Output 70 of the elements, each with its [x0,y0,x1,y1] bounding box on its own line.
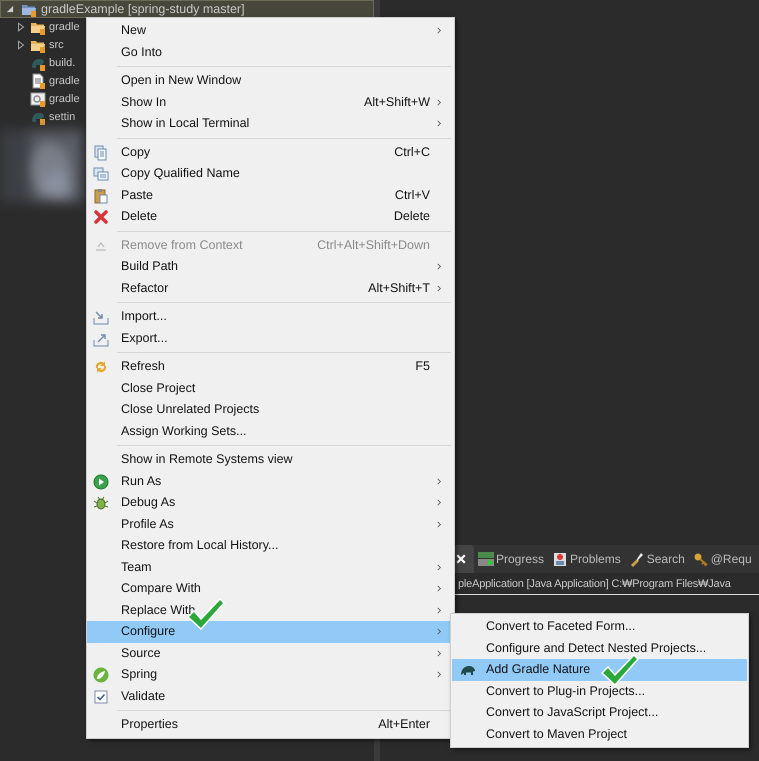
panel-tab[interactable]: Progress [474,545,548,573]
menu-item[interactable]: Profile As [87,514,454,535]
menu-item[interactable]: Build Path [87,256,454,278]
delete-icon [93,209,109,225]
menu-item[interactable]: Delete Delete [87,206,454,228]
menu-item[interactable]: Convert to JavaScript Project... [452,702,747,724]
shortcut-label: F5 [415,358,430,376]
panel-tab[interactable]: Search [624,545,689,573]
menu-item[interactable]: Add Gradle Nature [452,659,747,680]
checkbox-icon [93,688,109,704]
menu-item[interactable]: Import... [87,306,454,328]
tree-item-label[interactable]: gradle [49,90,80,108]
shortcut-label: Alt+Shift+W [364,94,430,111]
tree-item-label[interactable]: gradle [49,72,80,90]
menu-item[interactable]: Convert to Plug-in Projects... [452,680,747,702]
tree-item-label[interactable]: settin [49,108,76,126]
menu-item[interactable]: Refresh F5 [87,356,454,378]
menu-item[interactable]: Convert to Maven Project [452,724,747,745]
menu-item[interactable]: Source [87,642,454,664]
refresh-icon [93,359,109,375]
menu-item[interactable]: Replace With [87,600,454,621]
menu-item[interactable]: Spring [87,664,454,686]
menu-item[interactable]: Show in Local Terminal [87,113,454,134]
text-file-icon [30,73,46,89]
menu-item[interactable]: Close Project [87,378,454,399]
shortcut-label: Alt+Shift+T [368,280,430,297]
menu-item[interactable]: Close Unrelated Projects [87,399,454,420]
expand-toggle-icon [5,4,15,14]
shortcut-label: Ctrl+Alt+Shift+Down [317,236,430,254]
shortcut-label: Alt+Enter [378,716,430,734]
copy-icon [93,144,109,160]
menu-item[interactable]: Go Into [87,42,454,63]
close-icon[interactable] [455,553,467,565]
menu-item[interactable]: Copy Ctrl+C [87,142,454,163]
menu-item[interactable]: Convert to Faceted Form... [452,616,747,638]
leaf-icon [93,667,109,683]
play-icon [93,474,109,490]
menu-item[interactable]: Paste Ctrl+V [87,184,454,206]
copy-document-icon [93,166,109,182]
import-icon [93,309,109,325]
progress-icon [478,551,494,567]
menu-item[interactable]: Properties Alt+Enter [87,714,454,736]
menu-item[interactable]: Restore from Local History... [87,535,454,556]
menu-item[interactable]: Debug As [87,492,454,514]
menu-item[interactable]: Assign Working Sets... [87,420,454,442]
menu-item[interactable]: Show in Remote Systems view [87,449,454,470]
flashlight-icon [628,551,645,567]
menu-item[interactable]: New [87,20,454,42]
clipboard-icon [93,188,109,204]
shortcut-label: Ctrl+C [394,144,430,161]
tree-item-label[interactable]: gradle [49,18,80,36]
tree-item[interactable]: gradleExample [spring-study master] [0,0,374,18]
shortcut-label: Delete [394,208,430,226]
menu-item[interactable]: Open in New Window [87,70,454,92]
menu-item[interactable]: Validate [87,686,454,707]
panel-tab[interactable]: @Requ [688,545,756,573]
menu-item[interactable]: Export... [87,328,454,349]
tree-item-label[interactable]: src [49,36,64,54]
settings-file-icon [30,91,46,107]
problems-icon [552,551,568,567]
menu-item[interactable]: Copy Qualified Name [87,163,454,184]
tree-item-label[interactable]: build. [49,54,76,72]
panel-tab[interactable]: Problems [548,545,625,573]
key-icon [692,551,709,567]
menu-item[interactable]: Show In Alt+Shift+W [87,92,454,113]
menu-item[interactable]: Refactor Alt+Shift+T [87,278,454,299]
menu-item[interactable]: Run As [87,470,454,492]
bug-icon [93,495,109,511]
shortcut-label: Ctrl+V [394,186,430,204]
menu-item[interactable]: Configure and Detect Nested Projects... [452,638,747,659]
